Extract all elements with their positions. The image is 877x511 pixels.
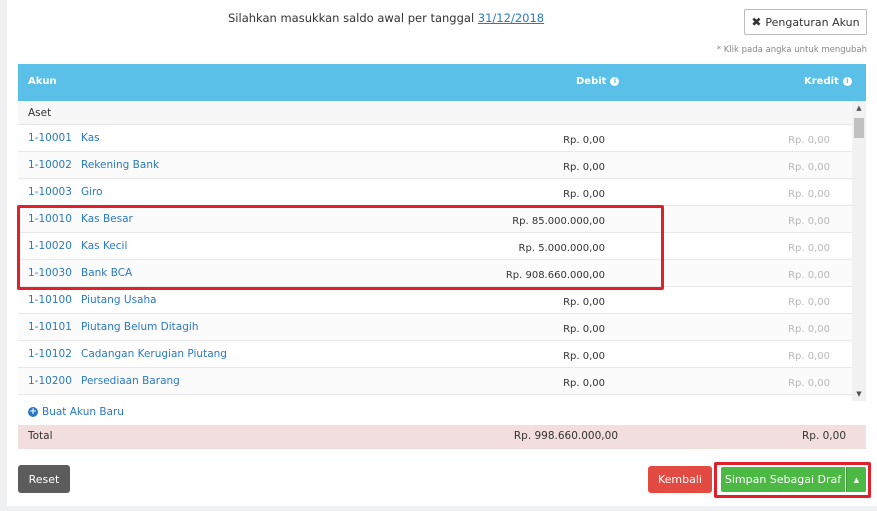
debit-value[interactable]: Rp. 0,00 xyxy=(563,324,605,335)
account-name[interactable]: Kas Besar xyxy=(81,213,133,225)
account-name[interactable]: Kas Kecil xyxy=(81,240,127,252)
account-settings-button[interactable]: ✖ Pengaturan Akun xyxy=(744,9,867,35)
account-code[interactable]: 1-10100 xyxy=(28,294,72,306)
total-kredit: Rp. 0,00 xyxy=(801,430,846,442)
table-row: 1-10200 Persediaan Barang Rp. 0,00 Rp. 0… xyxy=(18,368,852,395)
save-draft-button[interactable]: Simpan Sebagai Draf xyxy=(721,467,845,492)
header-kredit-label: Kredit xyxy=(804,76,839,87)
table-row: 1-10002 Rekening Bank Rp. 0,00 Rp. 0,00 xyxy=(18,152,852,179)
page-gutter xyxy=(0,0,7,511)
debit-value[interactable]: Rp. 0,00 xyxy=(563,162,605,173)
scrollbar-thumb[interactable] xyxy=(854,118,864,138)
kredit-value[interactable]: Rp. 0,00 xyxy=(788,351,830,362)
header-debit: Debit i xyxy=(576,76,620,87)
kredit-value[interactable]: Rp. 0,00 xyxy=(788,162,830,173)
debit-value[interactable]: Rp. 908.660.000,00 xyxy=(506,270,605,281)
account-name[interactable]: Giro xyxy=(81,186,103,198)
account-name[interactable]: Piutang Belum Ditagih xyxy=(81,321,198,333)
plus-circle-icon: + xyxy=(28,407,38,417)
table-row: 1-10020 Kas Kecil Rp. 5.000.000,00 Rp. 0… xyxy=(18,233,852,260)
account-name[interactable]: Cadangan Kerugian Piutang xyxy=(81,348,227,360)
table-row: 1-10100 Piutang Usaha Rp. 0,00 Rp. 0,00 xyxy=(18,287,852,314)
account-code[interactable]: 1-10020 xyxy=(28,240,72,252)
edit-hint: * Klik pada angka untuk mengubah xyxy=(716,45,867,55)
table-row: 1-10003 Giro Rp. 0,00 Rp. 0,00 xyxy=(18,179,852,206)
table-row: 1-10001 Kas Rp. 0,00 Rp. 0,00 xyxy=(18,125,852,152)
account-name[interactable]: Persediaan Barang xyxy=(81,375,180,387)
account-code[interactable]: 1-10010 xyxy=(28,213,72,225)
create-account-label: Buat Akun Baru xyxy=(42,406,124,418)
tools-icon: ✖ xyxy=(751,15,762,29)
table-row: 1-10102 Cadangan Kerugian Piutang Rp. 0,… xyxy=(18,341,852,368)
kredit-value[interactable]: Rp. 0,00 xyxy=(788,297,830,308)
account-name[interactable]: Kas xyxy=(81,132,100,144)
debit-value[interactable]: Rp. 5.000.000,00 xyxy=(519,243,605,254)
debit-value[interactable]: Rp. 0,00 xyxy=(563,297,605,308)
page-bottom-gutter xyxy=(0,506,877,511)
table-scrollbar[interactable]: ▲ ▼ xyxy=(852,101,866,401)
account-name[interactable]: Rekening Bank xyxy=(81,159,159,171)
kredit-value[interactable]: Rp. 0,00 xyxy=(788,324,830,335)
account-code[interactable]: 1-10101 xyxy=(28,321,72,333)
debit-info-icon[interactable]: i xyxy=(610,77,620,86)
kredit-value[interactable]: Rp. 0,00 xyxy=(788,189,830,200)
account-settings-label: Pengaturan Akun xyxy=(765,15,860,29)
account-code[interactable]: 1-10002 xyxy=(28,159,72,171)
debit-value[interactable]: Rp. 0,00 xyxy=(563,135,605,146)
debit-value[interactable]: Rp. 0,00 xyxy=(563,378,605,389)
group-row-aset: Aset xyxy=(18,101,852,125)
save-options-dropdown[interactable]: ▲ xyxy=(846,467,866,492)
total-row: Total Rp. 998.660.000,00 Rp. 0,00 xyxy=(18,425,866,449)
kredit-value[interactable]: Rp. 0,00 xyxy=(788,270,830,281)
total-debit: Rp. 998.660.000,00 xyxy=(513,430,618,442)
reset-button[interactable]: Reset xyxy=(18,465,70,493)
table-row: 1-10030 Bank BCA Rp. 908.660.000,00 Rp. … xyxy=(18,260,852,287)
table-header: Akun Debit i Kredit i xyxy=(18,64,866,101)
account-name[interactable]: Bank BCA xyxy=(81,267,132,279)
debit-value[interactable]: Rp. 0,00 xyxy=(563,351,605,362)
kredit-info-icon[interactable]: i xyxy=(842,77,852,86)
opening-balance-intro: Silahkan masukkan saldo awal per tanggal… xyxy=(228,11,544,25)
account-code[interactable]: 1-10001 xyxy=(28,132,72,144)
kredit-value[interactable]: Rp. 0,00 xyxy=(788,243,830,254)
scroll-down-arrow-icon[interactable]: ▼ xyxy=(852,387,866,401)
opening-date-link[interactable]: 31/12/2018 xyxy=(478,11,544,25)
kredit-value[interactable]: Rp. 0,00 xyxy=(788,216,830,227)
intro-text: Silahkan masukkan saldo awal per tanggal xyxy=(228,11,475,25)
back-button[interactable]: Kembali xyxy=(648,466,712,493)
total-label: Total xyxy=(28,430,53,442)
kredit-value[interactable]: Rp. 0,00 xyxy=(788,135,830,146)
caret-up-icon: ▲ xyxy=(853,475,860,484)
accounts-table-body[interactable]: Aset 1-10001 Kas Rp. 0,00 Rp. 0,00 1-100… xyxy=(18,101,866,401)
header-kredit: Kredit i xyxy=(804,76,852,87)
table-row: 1-10010 Kas Besar Rp. 85.000.000,00 Rp. … xyxy=(18,206,852,233)
account-code[interactable]: 1-10102 xyxy=(28,348,72,360)
table-row: 1-10101 Piutang Belum Ditagih Rp. 0,00 R… xyxy=(18,314,852,341)
group-label: Aset xyxy=(28,107,52,119)
account-code[interactable]: 1-10200 xyxy=(28,375,72,387)
scroll-up-arrow-icon[interactable]: ▲ xyxy=(852,101,866,115)
account-name[interactable]: Piutang Usaha xyxy=(81,294,157,306)
debit-value[interactable]: Rp. 0,00 xyxy=(563,189,605,200)
create-account-link[interactable]: + Buat Akun Baru xyxy=(28,406,124,418)
kredit-value[interactable]: Rp. 0,00 xyxy=(788,378,830,389)
account-code[interactable]: 1-10030 xyxy=(28,267,72,279)
debit-value[interactable]: Rp. 85.000.000,00 xyxy=(512,216,605,227)
account-code[interactable]: 1-10003 xyxy=(28,186,72,198)
header-debit-label: Debit xyxy=(576,76,607,87)
header-akun: Akun xyxy=(28,76,57,87)
